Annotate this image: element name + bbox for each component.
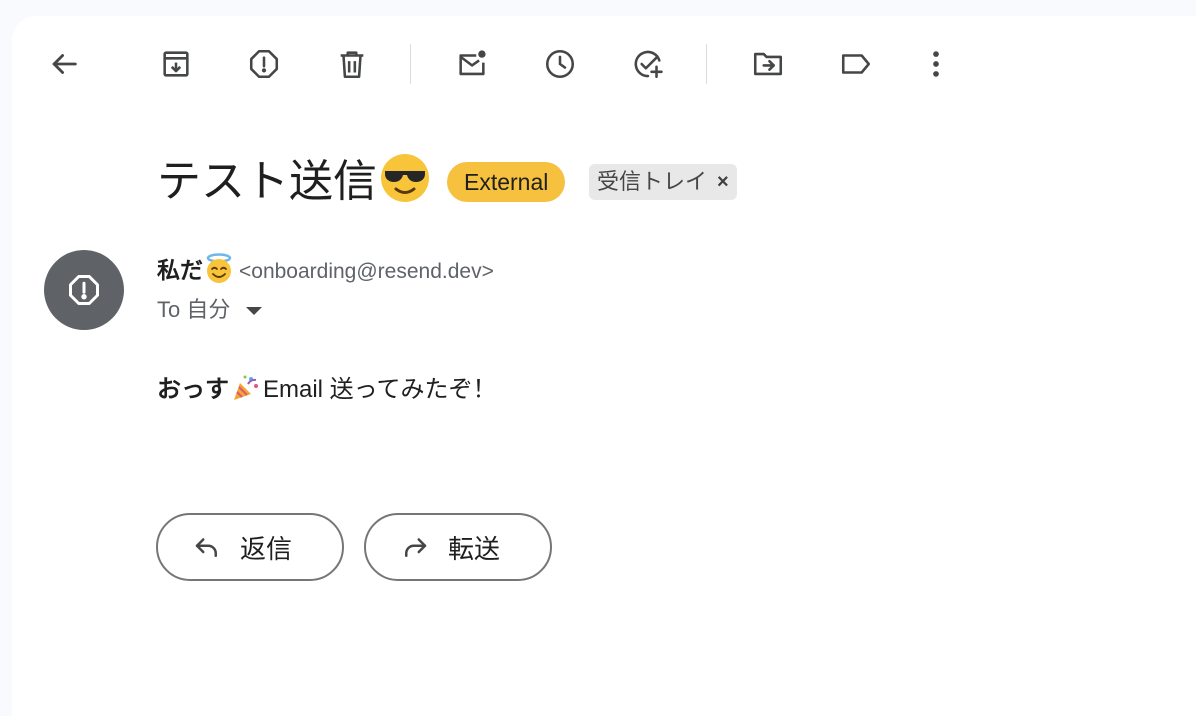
warning-avatar-icon [69,275,99,305]
recipient-details-toggle[interactable]: To 自分 [157,294,263,326]
forward-icon [405,538,427,557]
report-spam-button[interactable] [244,44,284,84]
add-task-button[interactable] [628,44,668,84]
snooze-button[interactable] [540,44,580,84]
inbox-label-chip: 受信トレイ × [589,164,737,200]
labels-button[interactable] [836,44,876,84]
remove-label-button[interactable]: × [717,164,729,200]
reply-icon [195,538,217,557]
subject-text: テスト送信 [157,157,377,206]
sender-email: <onboarding@resend.dev> [239,260,494,283]
archive-button[interactable] [156,44,196,84]
body-greeting: おっす [157,376,229,403]
back-button[interactable] [44,44,84,84]
reply-label: 返信 [240,533,293,564]
sender-name[interactable]: 私だ [157,257,203,283]
clock-icon [545,49,575,79]
mark-unread-button[interactable] [452,44,492,84]
label-icon [841,54,871,74]
more-vert-icon [933,51,939,77]
add-task-icon [634,50,663,79]
inbox-label-text: 受信トレイ [597,169,708,194]
message-panel [12,16,1196,716]
more-button[interactable] [916,44,956,84]
delete-button[interactable] [332,44,372,84]
arrow-left-icon [52,54,77,74]
forward-label: 転送 [448,533,501,564]
party-popper-emoji-icon [234,375,258,400]
sender-avatar [44,250,124,330]
move-to-folder-icon [753,52,783,76]
halo-emoji-icon [206,253,232,283]
external-label-chip: External [447,162,566,202]
toolbar-divider [706,44,707,84]
archive-icon [163,51,189,77]
move-to-button[interactable] [748,44,788,84]
trash-icon [340,51,364,79]
body-message: Email 送ってみたぞ！ [263,376,497,403]
forward-button[interactable]: 転送 [364,513,552,581]
email-subject: テスト送信 [157,152,431,208]
report-icon [249,49,279,79]
recipient-text: To 自分 [157,297,231,322]
caret-down-icon [246,307,263,315]
toolbar-divider [410,44,411,84]
email-body: おっす Email 送ってみたぞ！ [157,372,496,408]
sunglasses-emoji-icon [381,154,429,202]
reply-button[interactable]: 返信 [156,513,344,581]
sender-line: 私だ <onboarding@resend.dev> [157,252,494,290]
mark-unread-icon [459,50,486,76]
